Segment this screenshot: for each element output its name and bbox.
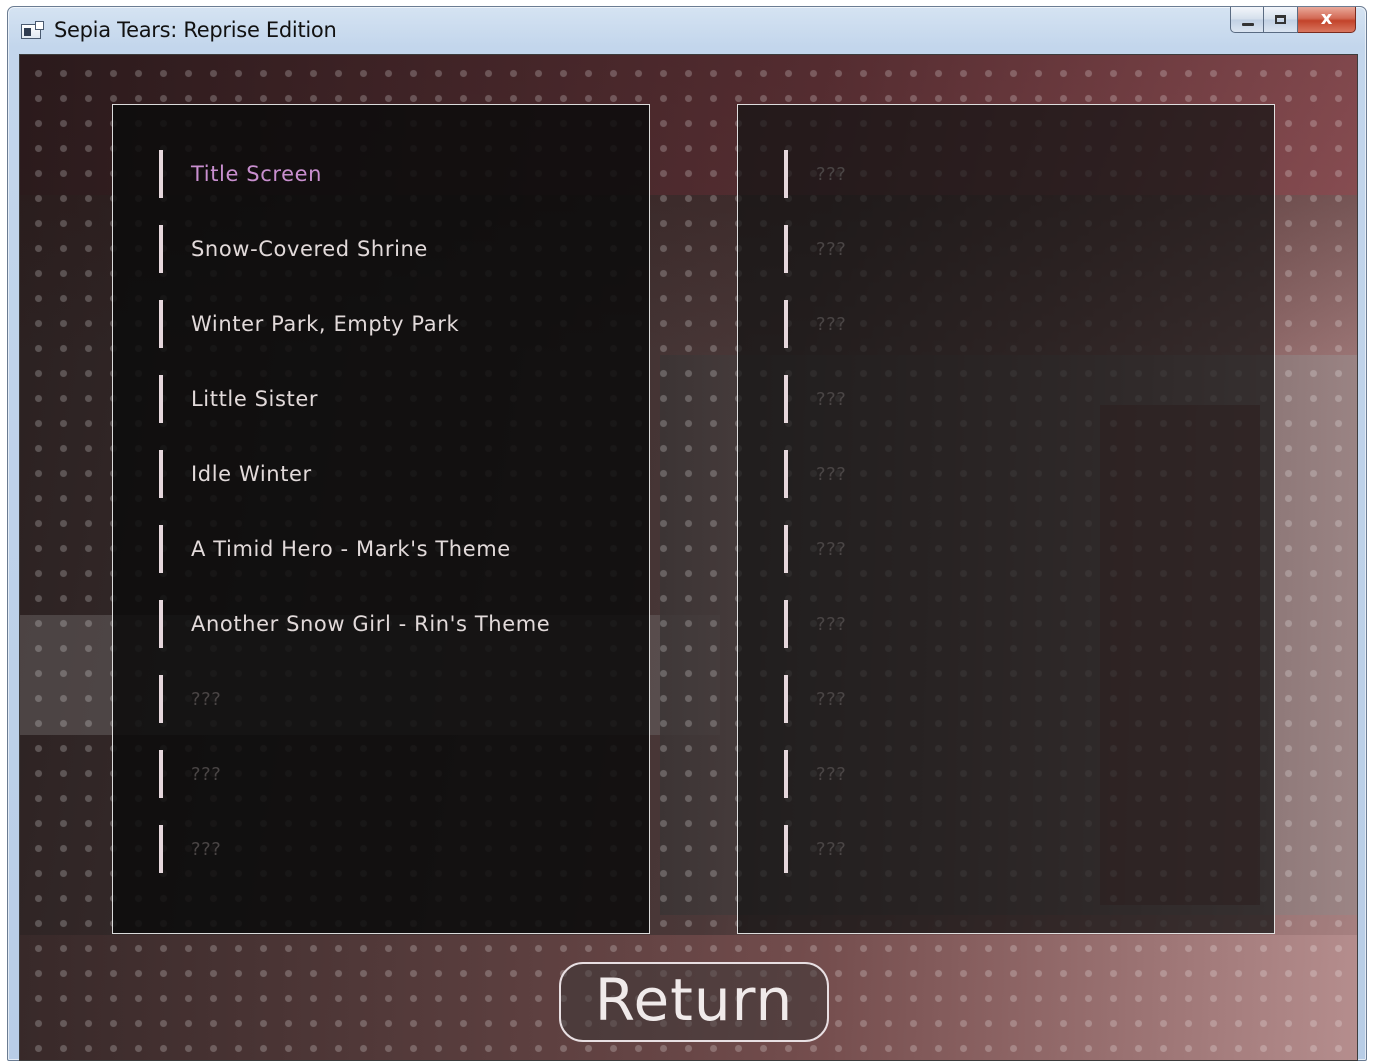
track-item: ???: [159, 749, 221, 799]
track-marker: [159, 225, 163, 273]
track-label: ???: [191, 688, 222, 710]
track-item: ???: [784, 449, 846, 499]
track-marker: [784, 150, 788, 198]
track-marker: [159, 375, 163, 423]
track-label: ???: [816, 238, 847, 260]
maximize-button[interactable]: [1264, 7, 1298, 33]
track-list-left: Title Screen Snow-Covered Shrine Winter Pa…: [112, 104, 650, 934]
track-label: ???: [816, 163, 847, 185]
track-item[interactable]: Title Screen: [159, 149, 322, 199]
track-marker: [159, 525, 163, 573]
track-item: ???: [784, 224, 846, 274]
minimize-button[interactable]: [1230, 7, 1264, 33]
track-label: Little Sister: [191, 387, 319, 411]
track-item: ???: [784, 749, 846, 799]
track-marker: [784, 450, 788, 498]
track-marker: [784, 375, 788, 423]
window-title: Sepia Tears: Reprise Edition: [54, 18, 337, 42]
track-marker: [784, 825, 788, 873]
track-item: ???: [784, 524, 846, 574]
track-marker: [159, 150, 163, 198]
track-item: ???: [784, 599, 846, 649]
track-marker: [784, 750, 788, 798]
track-label: ???: [816, 388, 847, 410]
title-bar[interactable]: Sepia Tears: Reprise Edition x: [8, 7, 1366, 53]
track-label: ???: [816, 463, 847, 485]
return-label: Return: [594, 966, 794, 1034]
track-marker: [784, 300, 788, 348]
game-canvas: Title Screen Snow-Covered Shrine Winter Pa…: [19, 54, 1358, 1061]
track-item: ???: [159, 824, 221, 874]
track-label: ???: [816, 763, 847, 785]
track-label: ???: [816, 688, 847, 710]
track-label: ???: [816, 613, 847, 635]
track-marker: [159, 750, 163, 798]
track-label: ???: [816, 538, 847, 560]
track-marker: [159, 600, 163, 648]
track-marker: [784, 675, 788, 723]
track-label: ???: [191, 763, 222, 785]
track-label: ???: [191, 838, 222, 860]
track-label: A Timid Hero - Mark's Theme: [191, 537, 511, 561]
track-label: ???: [816, 838, 847, 860]
track-label: Another Snow Girl - Rin's Theme: [191, 612, 551, 636]
track-label: Winter Park, Empty Park: [191, 312, 460, 336]
track-item: ???: [784, 299, 846, 349]
track-item: ???: [784, 374, 846, 424]
track-label: Idle Winter: [191, 462, 312, 486]
track-marker: [159, 450, 163, 498]
track-item[interactable]: A Timid Hero - Mark's Theme: [159, 524, 511, 574]
track-item[interactable]: Winter Park, Empty Park: [159, 299, 459, 349]
track-item: ???: [784, 674, 846, 724]
track-marker: [784, 600, 788, 648]
caption-buttons: x: [1230, 7, 1356, 37]
return-button[interactable]: Return: [559, 962, 829, 1042]
track-item[interactable]: Snow-Covered Shrine: [159, 224, 428, 274]
track-list-right: ??????????????????????????????: [737, 104, 1275, 934]
track-marker: [159, 675, 163, 723]
track-item: ???: [784, 824, 846, 874]
track-item[interactable]: Another Snow Girl - Rin's Theme: [159, 599, 550, 649]
track-item: ???: [784, 149, 846, 199]
track-marker: [784, 225, 788, 273]
track-label: Snow-Covered Shrine: [191, 237, 428, 261]
track-marker: [159, 825, 163, 873]
track-item: ???: [159, 674, 221, 724]
track-label: ???: [816, 313, 847, 335]
track-item[interactable]: Little Sister: [159, 374, 318, 424]
app-icon: [21, 21, 44, 39]
minimize-icon: [1242, 23, 1254, 26]
close-icon: x: [1320, 8, 1333, 29]
track-label: Title Screen: [191, 162, 323, 186]
track-marker: [159, 300, 163, 348]
track-item[interactable]: Idle Winter: [159, 449, 312, 499]
track-marker: [784, 525, 788, 573]
close-button[interactable]: x: [1298, 7, 1356, 33]
maximize-icon: [1275, 15, 1286, 24]
app-window: Sepia Tears: Reprise Edition x Title Scr…: [7, 6, 1367, 1061]
